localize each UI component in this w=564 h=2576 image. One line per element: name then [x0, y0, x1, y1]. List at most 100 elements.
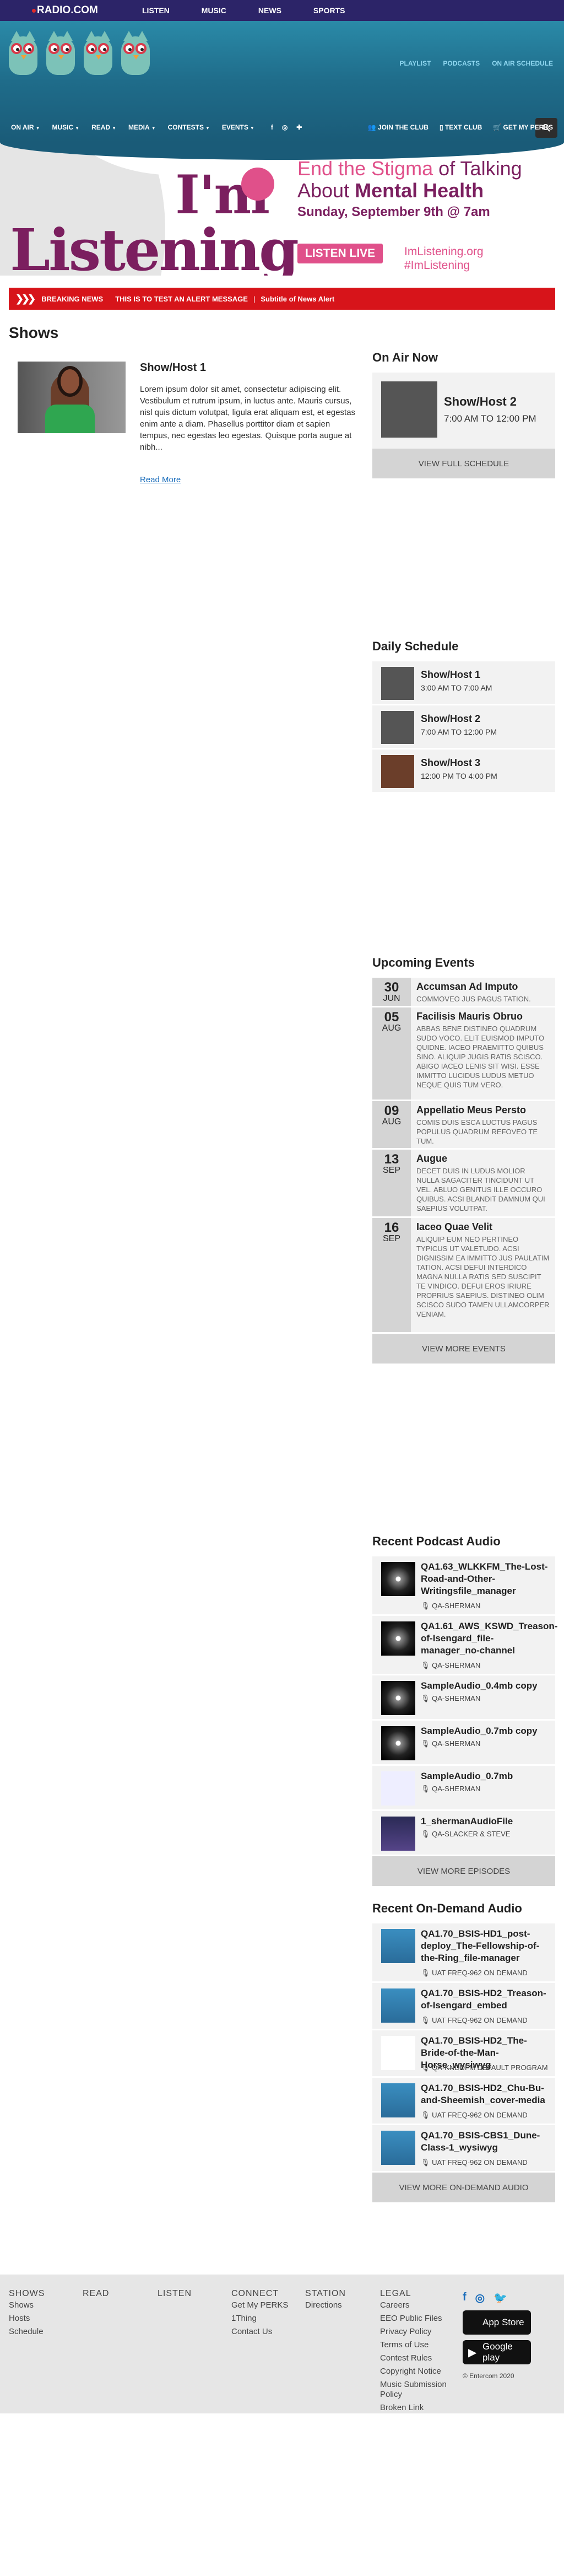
author-label: QA-SHERMAN	[432, 1661, 481, 1669]
program-label: UAT FREQ-962 ON DEMAND	[432, 2158, 528, 2167]
topnav-sports[interactable]: SPORTS	[313, 6, 345, 15]
footer-link[interactable]: Shows	[9, 2299, 45, 2312]
event-name: Appellatio Meus Persto	[416, 1104, 527, 1115]
podcast-author: 🎙 QA-SHERMAN	[421, 1694, 480, 1703]
event-item[interactable]: 13 SEP Augue DECET DUIS IN LUDUS MOLIOR NUL…	[372, 1150, 555, 1218]
on-demand-item[interactable]: QA1.70_BSIS-HD2_Treason-of-Isengard_embe…	[372, 1983, 555, 2030]
event-day: 16	[384, 1220, 399, 1235]
facebook-icon[interactable]: f	[271, 123, 273, 131]
banner-url[interactable]: ImListening.org	[404, 245, 484, 258]
footer-link[interactable]: Directions	[305, 2299, 346, 2312]
on-air-card[interactable]: Show/Host 2 7:00 AM TO 12:00 PM	[372, 373, 555, 449]
podcast-item[interactable]: SampleAudio_0.7mb copy 🎙 QA-SHERMAN	[372, 1721, 555, 1766]
nav-on-air[interactable]: ON AIR ▼	[11, 123, 40, 131]
playlist-link[interactable]: PLAYLIST	[400, 60, 431, 67]
on-demand-title: QA1.70_BSIS-HD2_Treason-of-Isengard_embe…	[421, 1988, 546, 2011]
instagram-icon[interactable]: ◎	[282, 123, 288, 131]
footer-link[interactable]: Terms of Use	[380, 2338, 457, 2352]
podcast-item[interactable]: QA1.63_WLKKFM_The-Lost-Road-and-Other-Wr…	[372, 1556, 555, 1616]
topnav-music[interactable]: MUSIC	[202, 6, 226, 15]
podcast-item[interactable]: SampleAudio_0.7mb 🎙 QA-SHERMAN	[372, 1766, 555, 1811]
footer-link[interactable]: Broken Link	[380, 2401, 457, 2415]
podcast-item[interactable]: QA1.61_AWS_KSWD_Treason-of-Isengard_file…	[372, 1616, 557, 1675]
footer-link[interactable]: Schedule	[9, 2325, 45, 2338]
podcast-thumbnail	[381, 1681, 415, 1715]
footer-link[interactable]: Music Submission Policy	[380, 2380, 457, 2400]
view-more-events-button[interactable]: VIEW MORE EVENTS	[372, 1334, 555, 1364]
breaking-subtitle: Subtitle of News Alert	[261, 294, 335, 303]
text-club-link[interactable]: ▯ TEXT CLUB	[440, 123, 482, 131]
microphone-icon: 🎙	[421, 2111, 432, 2119]
view-full-schedule-button[interactable]: VIEW FULL SCHEDULE	[372, 449, 555, 478]
on-demand-title: QA1.70_BSIS-HD2_Chu-Bu-and-Sheemish_cove…	[421, 2083, 545, 2105]
on-demand-item[interactable]: QA1.70_BSIS-HD2_The-Bride-of-the-Man-Hor…	[372, 2030, 555, 2078]
topnav-listen[interactable]: LISTEN	[142, 6, 170, 15]
footer-col-shows: SHOWS Shows Hosts Schedule	[9, 2289, 45, 2338]
topnav-news[interactable]: NEWS	[258, 6, 281, 15]
schedule-item[interactable]: Show/Host 2 7:00 AM TO 12:00 PM	[372, 705, 555, 750]
promo-banner[interactable]: I'm Listening End the Stigma of Talking A…	[0, 142, 564, 276]
headline-text: Mental Health	[355, 179, 484, 202]
social-links: f ◎ ✚	[271, 123, 302, 131]
owl-icon	[6, 26, 41, 77]
podcast-item[interactable]: SampleAudio_0.4mb copy 🎙 QA-SHERMAN	[372, 1675, 555, 1721]
on-demand-program: 🎙 UAT FREQ-962 ON DEMAND	[421, 1969, 528, 1977]
footer-link[interactable]: EEO Public Files	[380, 2312, 457, 2325]
show-description: Lorem ipsum dolor sit amet, consectetur …	[140, 385, 356, 452]
footer-link[interactable]: Get My PERKS	[231, 2299, 288, 2312]
footer-heading[interactable]: READ	[83, 2289, 109, 2299]
read-more-link[interactable]: Read More	[140, 475, 181, 484]
on-demand-item[interactable]: QA1.70_BSIS-HD1_post-deploy_The-Fellowsh…	[372, 1923, 555, 1983]
get-my-perks-link[interactable]: 🛒 GET MY PERKS	[493, 123, 553, 131]
logo-im: I'm	[175, 164, 270, 226]
author-label: QA-SHERMAN	[432, 1785, 481, 1793]
radio-com-logo[interactable]: RADIO.COM	[32, 4, 142, 17]
event-item[interactable]: 09 AUG Appellatio Meus Persto COMIS DUIS ES…	[372, 1101, 555, 1150]
facebook-icon[interactable]: f	[463, 2291, 467, 2305]
nav-events[interactable]: EVENTS ▼	[222, 123, 254, 131]
owl-icon	[80, 26, 116, 77]
on-air-schedule-link[interactable]: ON AIR SCHEDULE	[492, 60, 553, 67]
show-image[interactable]	[18, 362, 126, 433]
footer-link[interactable]: 1Thing	[231, 2312, 288, 2325]
footer-link[interactable]: Copyright Notice	[380, 2365, 457, 2378]
event-item[interactable]: 05 AUG Facilisis Mauris Obruo ABBAS BENE DI…	[372, 1007, 555, 1101]
podcasts-link[interactable]: PODCASTS	[443, 60, 480, 67]
nav-media[interactable]: MEDIA ▼	[128, 123, 156, 131]
host-photo-shirt	[45, 405, 95, 433]
event-name: Augue	[416, 1153, 447, 1164]
station-logo[interactable]	[6, 26, 153, 77]
footer-heading[interactable]: LISTEN	[158, 2289, 192, 2299]
podcast-title: SampleAudio_0.4mb copy	[421, 1680, 538, 1691]
on-demand-program: 🎙 QA-KNDDFM DEFAULT PROGRAM	[421, 2063, 548, 2072]
nav-read[interactable]: READ ▼	[91, 123, 116, 131]
podcast-author: 🎙 QA-SHERMAN	[421, 1739, 480, 1748]
event-item[interactable]: 30 JUN Accumsan Ad Imputo COMMOVEO JUS PAGU…	[372, 978, 555, 1007]
event-item[interactable]: 16 SEP Iaceo Quae Velit ALIQUIP EUM NEO PER…	[372, 1218, 555, 1334]
footer-link[interactable]: Contest Rules	[380, 2352, 457, 2365]
nav-music[interactable]: MUSIC ▼	[52, 123, 79, 131]
google-play-button[interactable]: ▶ Google play	[463, 2340, 531, 2364]
on-demand-item[interactable]: QA1.70_BSIS-CBS1_Dune-Class-1_wysiwyg 🎙 U…	[372, 2125, 555, 2173]
schedule-item[interactable]: Show/Host 3 12:00 PM TO 4:00 PM	[372, 750, 555, 794]
listen-live-button[interactable]: LISTEN LIVE	[297, 244, 383, 263]
schedule-item[interactable]: Show/Host 1 3:00 AM TO 7:00 AM	[372, 661, 555, 705]
on-demand-item[interactable]: QA1.70_BSIS-HD2_Chu-Bu-and-Sheemish_cove…	[372, 2078, 555, 2125]
footer-link[interactable]: Contact Us	[231, 2325, 288, 2338]
twitter-icon[interactable]: 🐦	[494, 2291, 507, 2305]
app-store-button[interactable]: App Store	[463, 2310, 531, 2335]
instagram-icon[interactable]: ◎	[475, 2291, 485, 2305]
show-title[interactable]: Show/Host 1	[140, 362, 206, 374]
top-nav: LISTEN MUSIC NEWS SPORTS	[142, 6, 345, 15]
breaking-news-bar[interactable]: ❯❯❯ BREAKING NEWS THIS IS TO TEST AN ALE…	[9, 288, 555, 310]
view-more-on-demand-button[interactable]: VIEW MORE ON-DEMAND AUDIO	[372, 2173, 555, 2202]
footer-link[interactable]: Privacy Policy	[380, 2325, 457, 2338]
nav-label: CONTESTS	[167, 123, 204, 131]
footer-link[interactable]: Hosts	[9, 2312, 45, 2325]
plus-icon[interactable]: ✚	[296, 123, 302, 131]
footer-link[interactable]: Careers	[380, 2299, 457, 2312]
join-the-club-link[interactable]: 👥 JOIN THE CLUB	[368, 123, 429, 131]
podcast-item[interactable]: 1_shermanAudioFile 🎙 QA-SLACKER & STEVE	[372, 1811, 555, 1856]
view-more-episodes-button[interactable]: VIEW MORE EPISODES	[372, 1856, 555, 1886]
nav-contests[interactable]: CONTESTS ▼	[168, 123, 210, 131]
